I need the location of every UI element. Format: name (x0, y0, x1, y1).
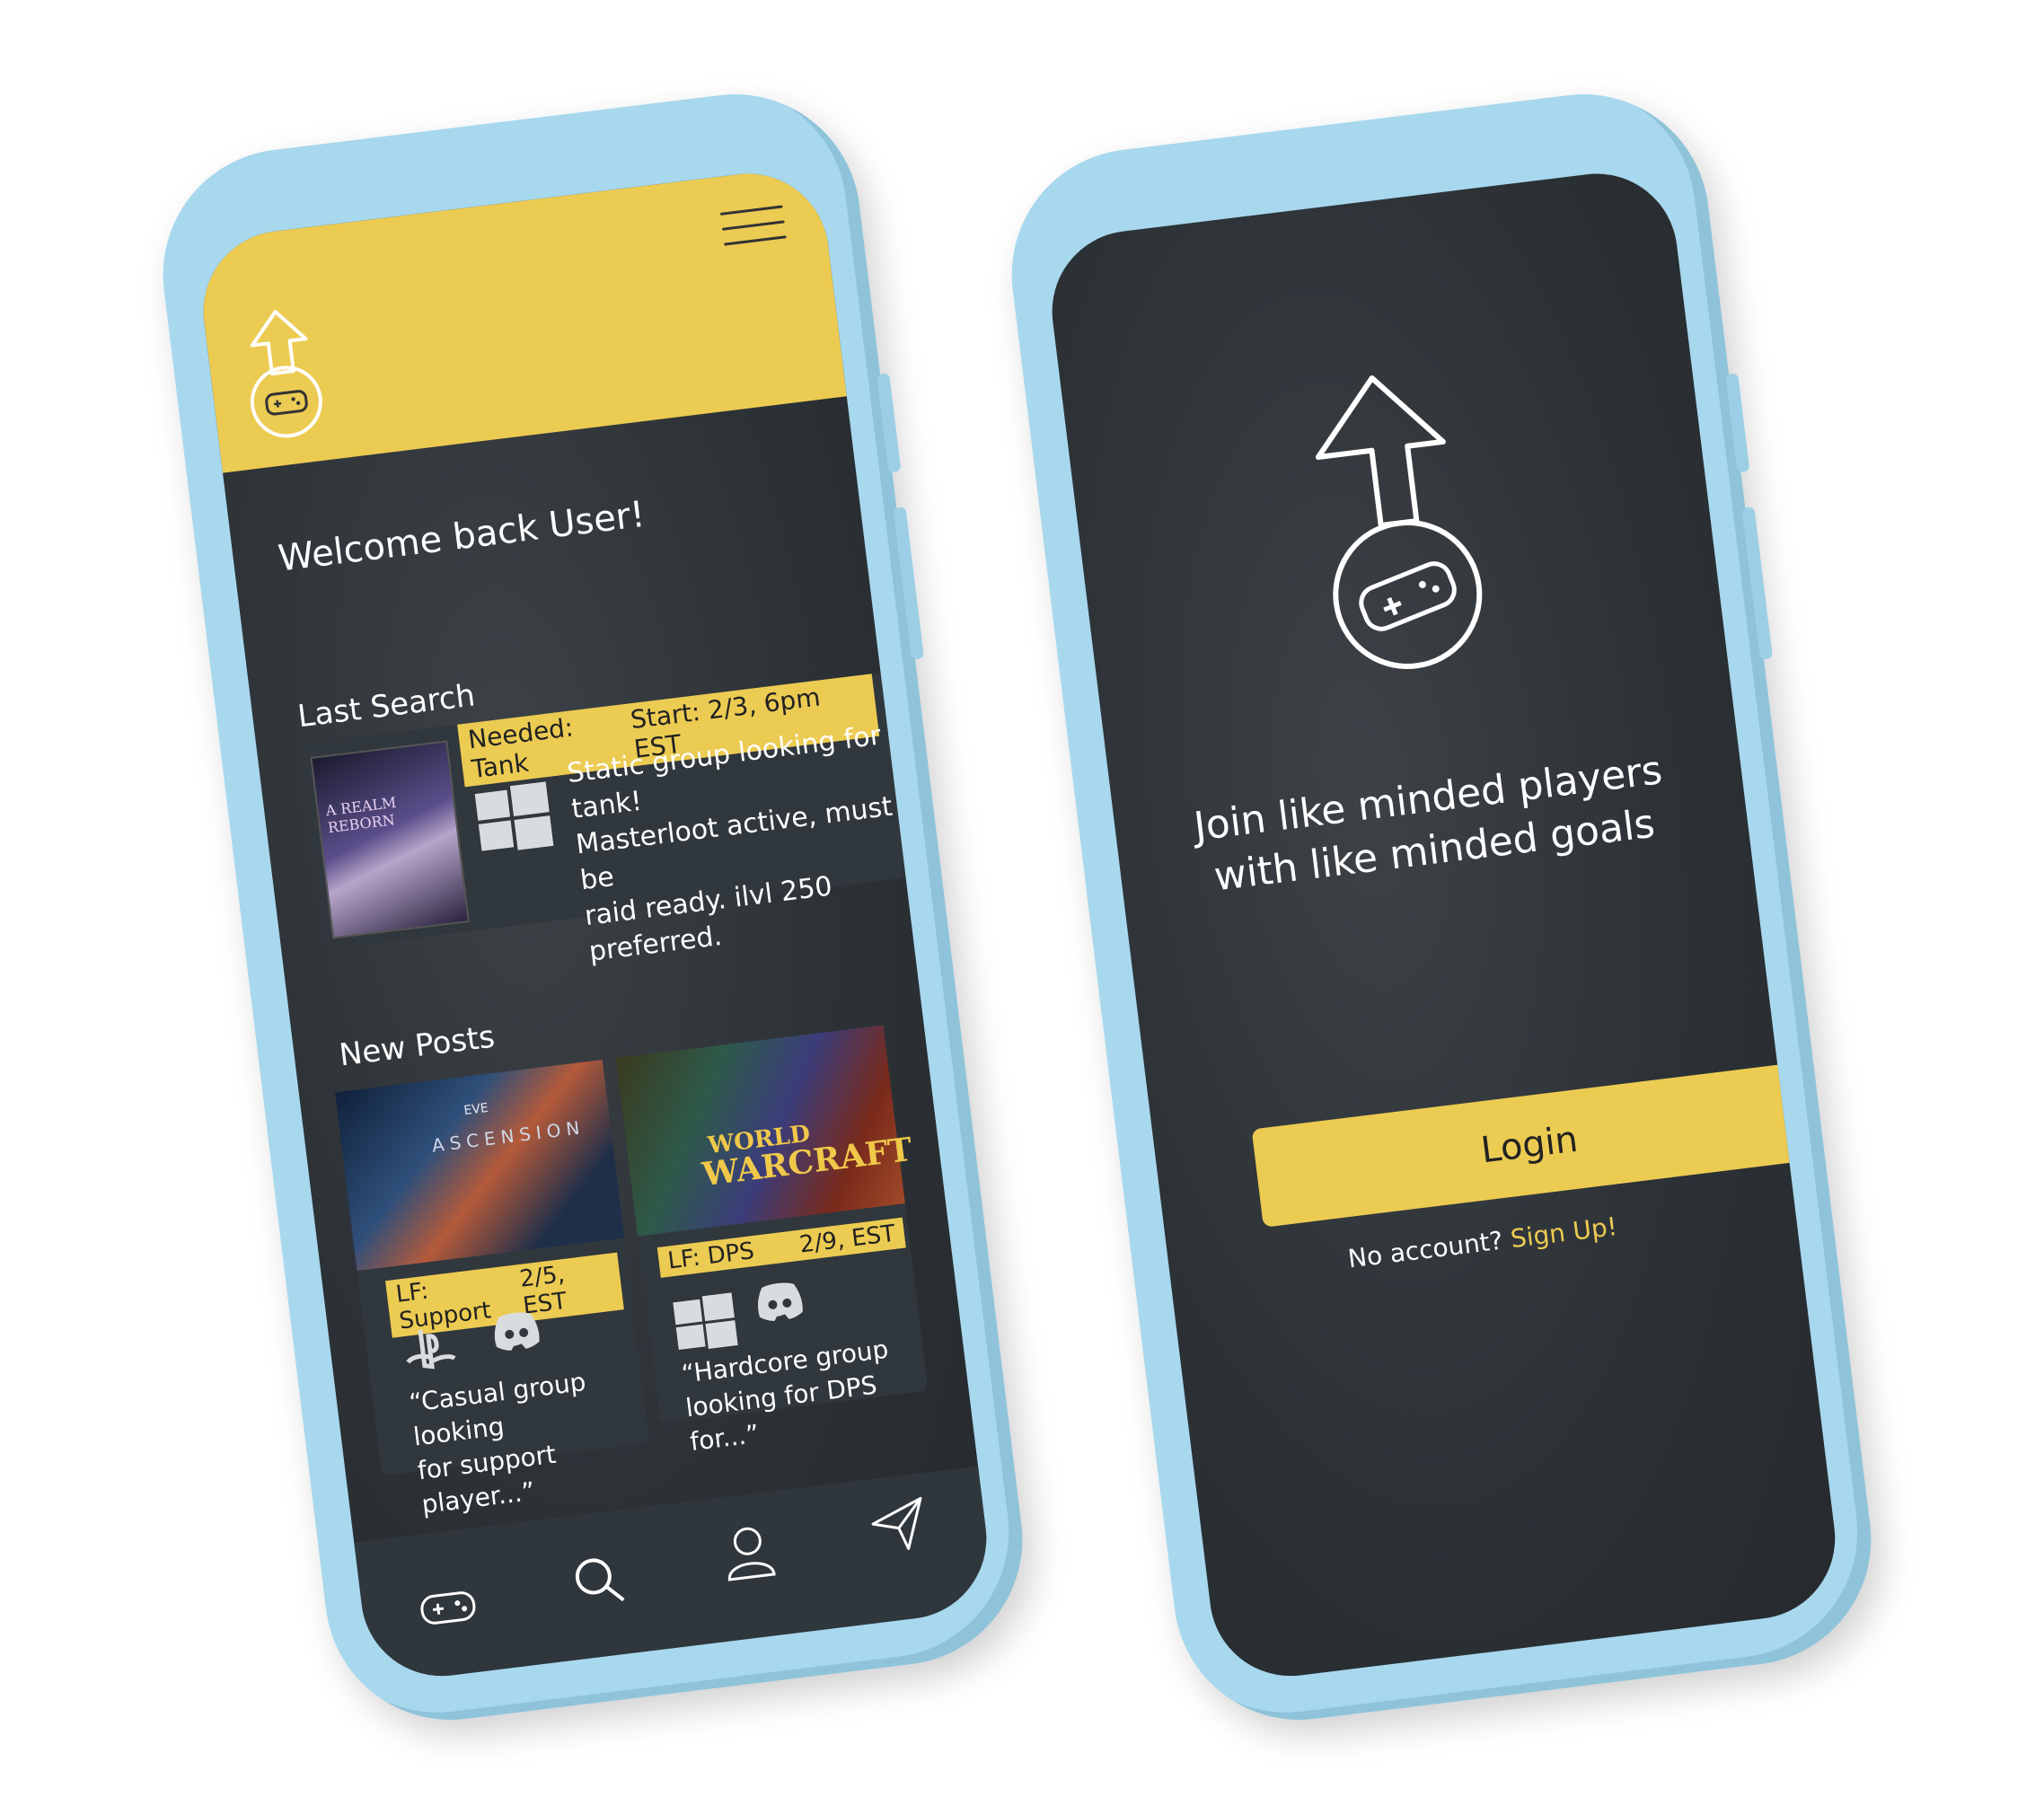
login-screen: Join like minded players with like minde… (1043, 164, 1845, 1686)
looking-for: LF: DPS (665, 1238, 756, 1275)
side-button (893, 507, 924, 660)
game-cover-image: WORLD WARCRAFT (615, 1025, 914, 1237)
app-logo-icon (250, 310, 322, 438)
post-date: 2/9, EST (797, 1220, 897, 1259)
game-cover-image: A REALM REBORN (310, 740, 471, 939)
app-logo-icon (1315, 375, 1483, 669)
post-snippet: “Casual group looking for support player… (408, 1358, 656, 1522)
cover-brand: EVE (463, 1100, 489, 1119)
menu-icon[interactable] (719, 205, 789, 260)
post-card[interactable]: WORLD WARCRAFT LF: DPS 2/9, EST “Hardcor… (615, 1025, 929, 1457)
new-posts-title: New Posts (337, 1018, 498, 1074)
welcome-message: Welcome back User! (276, 493, 648, 580)
game-cover-image: EVE ASCENSION (335, 1059, 625, 1272)
cover-text: A REALM REBORN (324, 793, 398, 837)
signup-link[interactable]: Sign Up! (1509, 1211, 1619, 1254)
phone-left: Welcome back User! Last Search A REALM R… (148, 80, 1037, 1734)
tagline: Join like minded players with like minde… (1113, 735, 1749, 914)
side-button (1725, 373, 1750, 473)
discord-icon (494, 1312, 540, 1351)
side-button (1741, 507, 1773, 660)
no-account-text: No account? (1346, 1225, 1505, 1274)
playstation-icon (406, 1329, 456, 1370)
post-card[interactable]: EVE ASCENSION LF: Support 2/5, EST “Casu… (335, 1059, 650, 1520)
profile-icon[interactable] (714, 1518, 784, 1588)
side-button (877, 373, 902, 473)
windows-icon (673, 1292, 738, 1352)
post-snippet: “Hardcore group looking for DPS for...” (680, 1328, 933, 1459)
last-search-description: Static group looking for tank! Masterloo… (565, 718, 912, 971)
gamepad-icon[interactable] (413, 1572, 483, 1643)
home-screen: Welcome back User! Last Search A REALM R… (194, 164, 996, 1686)
app-header (194, 164, 847, 473)
phone-right: Join like minded players with like minde… (997, 80, 1886, 1734)
search-icon[interactable] (563, 1546, 633, 1616)
windows-icon (474, 781, 554, 852)
discord-icon (758, 1282, 803, 1321)
cover-title: ASCENSION (430, 1116, 586, 1157)
send-icon[interactable] (864, 1491, 934, 1561)
